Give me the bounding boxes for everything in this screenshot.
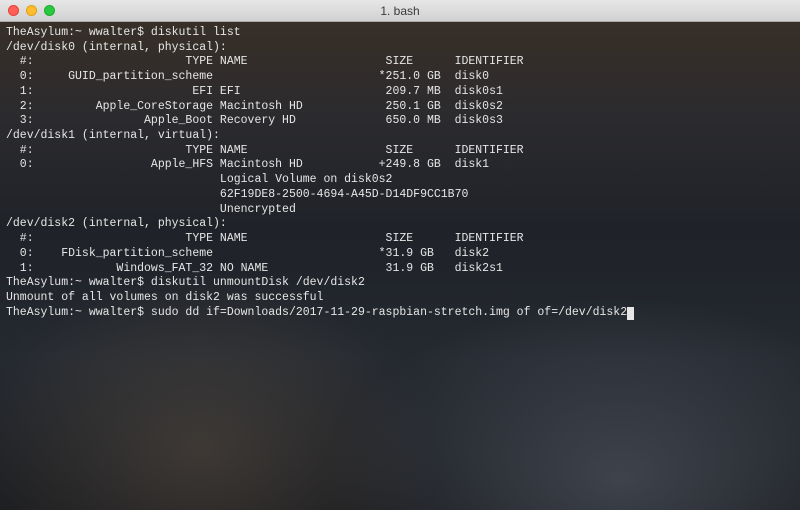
cursor-icon — [627, 307, 634, 320]
window-title: 1. bash — [0, 4, 800, 18]
terminal-line: 0: FDisk_partition_scheme *31.9 GB disk2 — [6, 247, 794, 262]
minimize-icon[interactable] — [26, 5, 37, 16]
terminal-line: /dev/disk2 (internal, physical): — [6, 217, 794, 232]
terminal-line: #: TYPE NAME SIZE IDENTIFIER — [6, 55, 794, 70]
terminal-line: 2: Apple_CoreStorage Macintosh HD 250.1 … — [6, 100, 794, 115]
traffic-lights — [8, 5, 55, 16]
window-titlebar[interactable]: 1. bash — [0, 0, 800, 22]
terminal-line: 62F19DE8-2500-4694-A45D-D14DF9CC1B70 — [6, 188, 794, 203]
terminal-line: #: TYPE NAME SIZE IDENTIFIER — [6, 144, 794, 159]
terminal-body[interactable]: TheAsylum:~ wwalter$ diskutil list/dev/d… — [0, 22, 800, 324]
terminal-line: /dev/disk0 (internal, physical): — [6, 41, 794, 56]
terminal-line: TheAsylum:~ wwalter$ sudo dd if=Download… — [6, 306, 794, 321]
terminal-line: Unmount of all volumes on disk2 was succ… — [6, 291, 794, 306]
terminal-line: TheAsylum:~ wwalter$ diskutil list — [6, 26, 794, 41]
close-icon[interactable] — [8, 5, 19, 16]
terminal-line: 0: GUID_partition_scheme *251.0 GB disk0 — [6, 70, 794, 85]
terminal-line: 1: Windows_FAT_32 NO NAME 31.9 GB disk2s… — [6, 262, 794, 277]
terminal-line: 0: Apple_HFS Macintosh HD +249.8 GB disk… — [6, 158, 794, 173]
terminal-line: #: TYPE NAME SIZE IDENTIFIER — [6, 232, 794, 247]
terminal-line: /dev/disk1 (internal, virtual): — [6, 129, 794, 144]
maximize-icon[interactable] — [44, 5, 55, 16]
terminal-line: TheAsylum:~ wwalter$ diskutil unmountDis… — [6, 276, 794, 291]
terminal-line: Logical Volume on disk0s2 — [6, 173, 794, 188]
terminal-line: 1: EFI EFI 209.7 MB disk0s1 — [6, 85, 794, 100]
terminal-line: Unencrypted — [6, 203, 794, 218]
terminal-line: 3: Apple_Boot Recovery HD 650.0 MB disk0… — [6, 114, 794, 129]
